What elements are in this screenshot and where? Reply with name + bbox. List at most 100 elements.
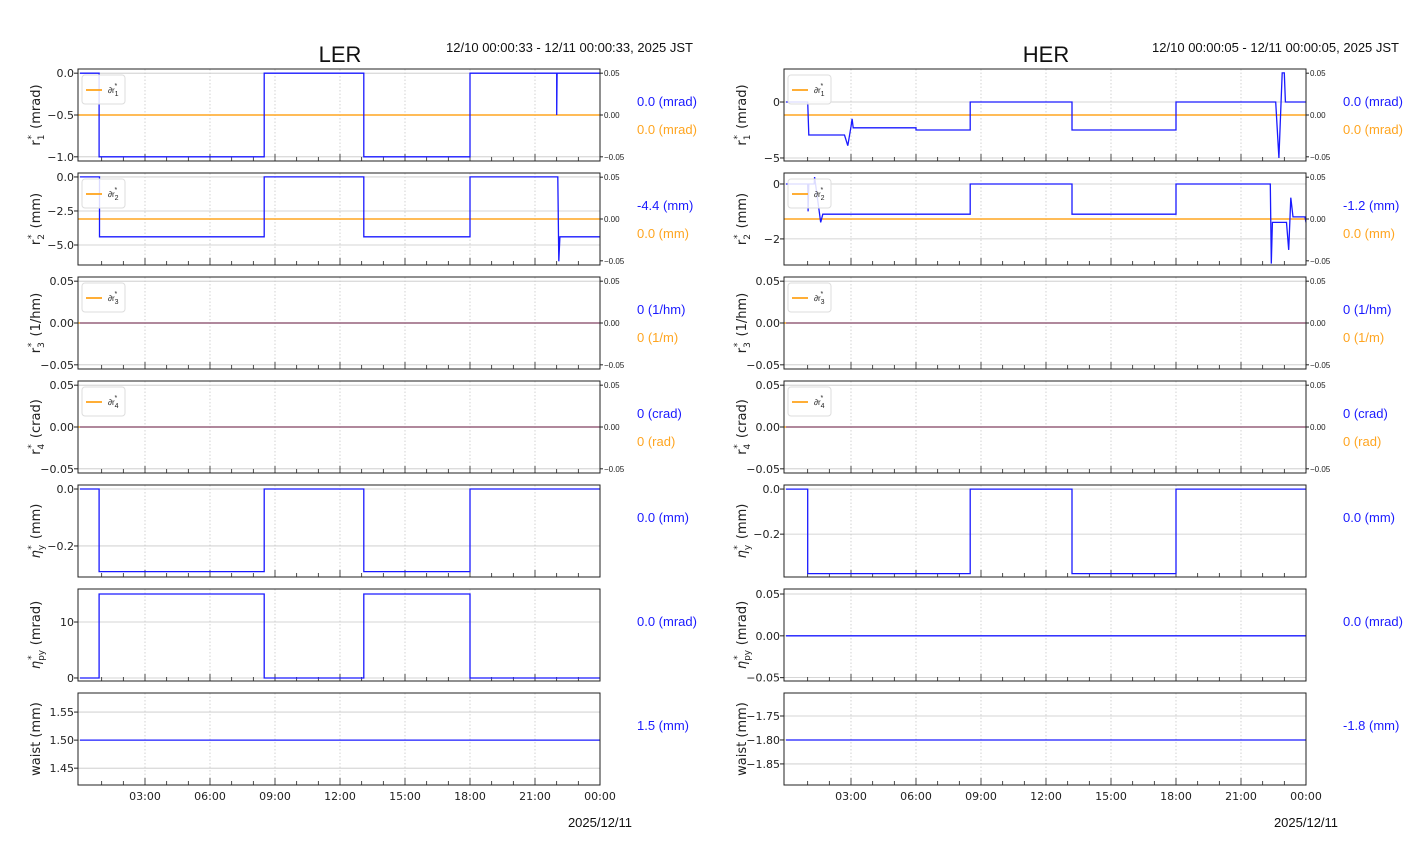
panel-3: 0.05 0.00 −0.05 0.05 0.00 −0.05 ∂r3* r3* (1/hm)… <box>733 275 1391 372</box>
y-tick-label: −0.05 <box>40 463 74 476</box>
right-y-tick-label: −0.05 <box>1310 465 1331 474</box>
y-tick-label: 0.00 <box>756 630 781 643</box>
current-value-label: 0.0 (mrad) <box>1343 94 1403 109</box>
right-y-tick-label: 0.00 <box>604 319 620 328</box>
right-y-tick-label: 0.05 <box>1310 381 1326 390</box>
y-tick-label: 0.05 <box>50 379 75 392</box>
panel-1: 0.0 −0.5 −1.0 0.05 0.00 −0.05 ∂r1* r1* (mrad) 0.… <box>27 67 697 164</box>
x-tick-label: 15:00 <box>389 790 421 803</box>
y-tick-label: 0 <box>773 178 780 191</box>
x-tick-label: 06:00 <box>900 790 932 803</box>
panel-7: 1.55 1.50 1.45 waist (mm) 1.5 (mm) <box>29 692 689 786</box>
legend: ∂r1* <box>787 74 832 105</box>
legend: ∂r1* <box>81 74 126 105</box>
chart-time-range: 12/10 00:00:05 - 12/11 00:00:05, 2025 JS… <box>1152 40 1399 55</box>
y-tick-label: −0.2 <box>753 528 780 541</box>
legend: ∂r4* <box>787 386 832 417</box>
panel-1: 0 −5 0.05 0.00 −0.05 ∂r1* r1* (mrad) 0.0 (mrad)… <box>733 68 1403 165</box>
right-y-tick-label: 0.05 <box>1310 277 1326 286</box>
y-axis-label: r1* (mrad) <box>733 84 753 145</box>
current-value-label: 0.0 (mrad) <box>637 614 697 629</box>
panel-6: 0.05 0.00 −0.05 ηpy* (mrad) 0.0 (mrad) <box>733 588 1403 685</box>
reference-value-label: 0.0 (mrad) <box>1343 122 1403 137</box>
y-tick-label: −5 <box>764 152 780 165</box>
panel-2: 0 −2 0.05 0.00 −0.05 ∂r2* r2* (mm) -1.2 (mm) 0.0… <box>733 172 1399 266</box>
y-axis-label: waist (mm) <box>735 702 750 776</box>
right-y-tick-label: −0.05 <box>1310 257 1331 266</box>
y-tick-label: 0.05 <box>50 275 75 288</box>
y-tick-label: −2 <box>764 233 780 246</box>
right-y-tick-label: −0.05 <box>604 153 625 162</box>
y-tick-label: 0.0 <box>57 483 75 496</box>
reference-value-label: 0 (rad) <box>1343 434 1381 449</box>
y-axis-label: r4* (crad) <box>27 399 47 455</box>
x-tick-label: 06:00 <box>194 790 226 803</box>
y-tick-label: 0.05 <box>756 379 781 392</box>
x-tick-label: 03:00 <box>835 790 867 803</box>
x-tick-label: 12:00 <box>1030 790 1062 803</box>
right-y-tick-label: 0.00 <box>604 111 620 120</box>
y-axis-label: ηy* (mm) <box>733 504 753 559</box>
legend: ∂r4* <box>81 386 126 417</box>
y-axis-label: r1* (mrad) <box>27 84 47 145</box>
y-tick-label: −1.80 <box>746 734 780 747</box>
y-tick-label: 0 <box>773 96 780 109</box>
y-axis-label: r2* (mm) <box>733 193 753 245</box>
current-value-label: -1.8 (mm) <box>1343 718 1399 733</box>
right-y-tick-label: 0.05 <box>604 173 620 182</box>
figure: LER 12/10 00:00:33 - 12/11 00:00:33, 2025… <box>27 40 1403 830</box>
right-y-tick-label: −0.05 <box>604 361 625 370</box>
current-value-label: 0.0 (mm) <box>637 510 689 525</box>
y-tick-label: 0.0 <box>57 171 75 184</box>
current-value-label: 1.5 (mm) <box>637 718 689 733</box>
legend: ∂r2* <box>81 178 126 209</box>
right-y-tick-label: −0.05 <box>1310 361 1331 370</box>
current-value-label: 0.0 (mrad) <box>637 94 697 109</box>
chart-title: LER <box>319 42 362 67</box>
y-tick-label: 0.05 <box>756 588 781 601</box>
reference-value-label: 0 (1/m) <box>637 330 678 345</box>
y-tick-label: 0 <box>67 672 74 685</box>
y-axis-label: ηpy* (mrad) <box>733 601 753 669</box>
right-y-tick-label: 0.00 <box>1310 215 1326 224</box>
y-axis-label: r2* (mm) <box>27 193 47 245</box>
reference-value-label: 0.0 (mrad) <box>637 122 697 137</box>
right-y-tick-label: 0.05 <box>604 69 620 78</box>
panel-2: 0.0 −2.5 −5.0 0.05 0.00 −0.05 ∂r2* r2* (mm) -4.4… <box>27 171 693 266</box>
y-tick-label: 0.00 <box>50 317 75 330</box>
y-axis-label: r3* (1/hm) <box>27 293 47 353</box>
right-y-tick-label: 0.00 <box>1310 319 1326 328</box>
panel-4: 0.05 0.00 −0.05 0.05 0.00 −0.05 ∂r4* r4* (crad)… <box>27 379 682 476</box>
current-value-label: 0 (crad) <box>637 406 682 421</box>
x-tick-label: 15:00 <box>1095 790 1127 803</box>
y-tick-label: 0.0 <box>763 483 781 496</box>
reference-value-label: 0 (1/m) <box>1343 330 1384 345</box>
panel-3: 0.05 0.00 −0.05 0.05 0.00 −0.05 ∂r3* r3* (1/hm)… <box>27 275 685 372</box>
plot-frame <box>783 692 1307 786</box>
x-tick-label: 21:00 <box>1225 790 1257 803</box>
panel-5: 0.0 −0.2ηy* (mm) 0.0 (mm) <box>27 483 689 578</box>
panel-7: −1.75 −1.80 −1.85waist (mm) -1.8 (mm) <box>735 692 1399 786</box>
x-tick-label: 03:00 <box>129 790 161 803</box>
chart-her: HER 12/10 00:00:05 - 12/11 00:00:05, 2025… <box>733 40 1403 830</box>
y-axis-label: r4* (crad) <box>733 399 753 455</box>
plot-frame <box>783 588 1307 682</box>
legend: ∂r3* <box>81 282 126 313</box>
x-tick-label: 12:00 <box>324 790 356 803</box>
y-tick-label: −5.0 <box>47 239 74 252</box>
reference-value-label: 0.0 (mm) <box>1343 226 1395 241</box>
y-tick-label: −1.75 <box>746 710 780 723</box>
y-tick-label: 1.45 <box>50 762 75 775</box>
plot-frame <box>77 692 601 786</box>
x-tick-label: 18:00 <box>454 790 486 803</box>
x-tick-label: 00:00 <box>584 790 616 803</box>
right-y-tick-label: 0.05 <box>1310 69 1326 78</box>
y-tick-label: −0.2 <box>47 540 74 553</box>
x-tick-label: 00:00 <box>1290 790 1322 803</box>
y-tick-label: 0.05 <box>756 275 781 288</box>
x-tick-label: 18:00 <box>1160 790 1192 803</box>
current-value-label: 0 (1/hm) <box>637 302 685 317</box>
panel-5: 0.0 −0.2ηy* (mm) 0.0 (mm) <box>733 483 1395 578</box>
y-axis-label: waist (mm) <box>29 702 44 776</box>
current-value-label: 0 (crad) <box>1343 406 1388 421</box>
